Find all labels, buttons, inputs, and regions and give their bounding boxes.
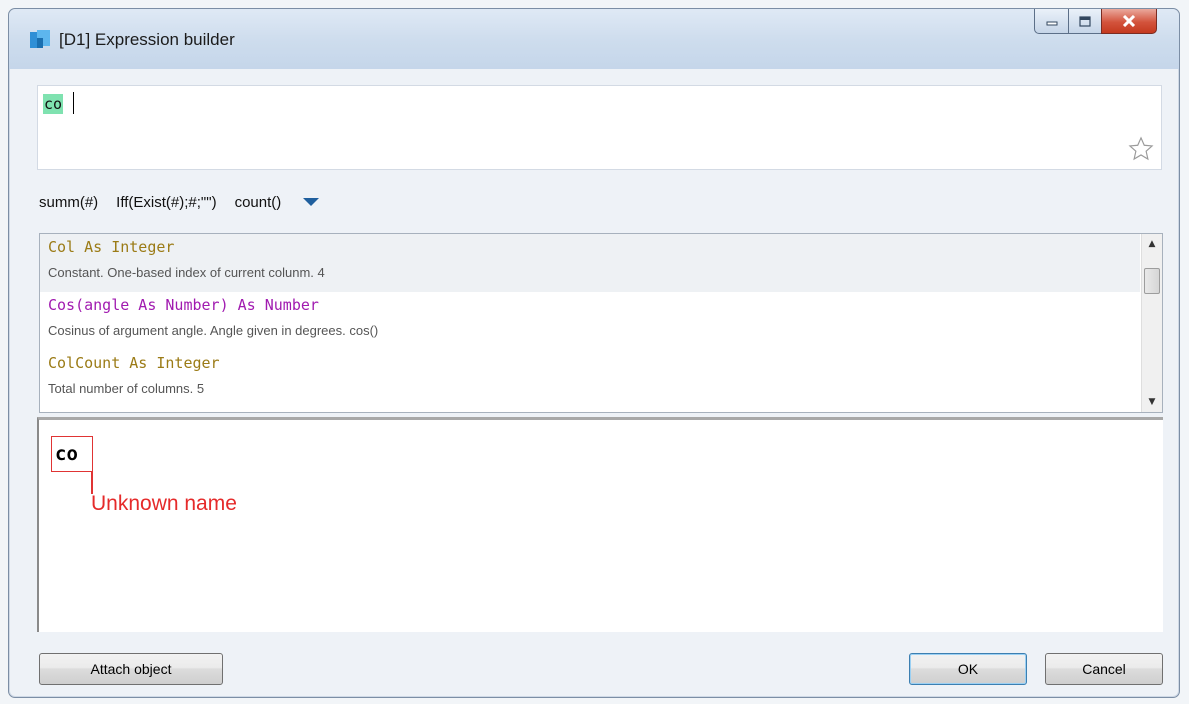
suggestion-description: Total number of columns. 5 [48, 381, 205, 396]
quick-function-iff[interactable]: Iff(Exist(#);#;"") [116, 194, 216, 211]
error-token: co [55, 443, 78, 465]
scrollbar-thumb[interactable] [1144, 268, 1160, 294]
minimize-button[interactable] [1034, 9, 1068, 34]
attach-object-button[interactable]: Attach object [39, 653, 223, 685]
suggestion-list[interactable]: Col As Integer Constant. One-based index… [39, 233, 1163, 413]
text-caret [73, 92, 74, 114]
quick-function-count[interactable]: count() [235, 194, 282, 211]
quick-functions-bar: summ(#) Iff(Exist(#);#;"") count() [39, 189, 321, 215]
app-icon [30, 30, 50, 48]
minimize-icon [1046, 21, 1057, 26]
title-bar[interactable]: [D1] Expression builder [9, 9, 1179, 69]
maximize-button[interactable] [1068, 9, 1101, 34]
suggestion-item[interactable]: Col As Integer Constant. One-based index… [40, 234, 1140, 292]
expression-builder-window: [D1] Expression builder co summ(#) Iff(E… [8, 8, 1180, 698]
expression-text: co [43, 94, 64, 114]
cancel-button[interactable]: Cancel [1045, 653, 1163, 685]
suggestion-item[interactable]: Cos(angle As Number) As Number Cosinus o… [40, 292, 1140, 350]
error-token-box: co [51, 436, 93, 472]
window-title: [D1] Expression builder [59, 30, 235, 49]
error-preview-panel: co Unknown name [37, 417, 1163, 632]
error-pointer-line [91, 472, 93, 494]
quick-function-summ[interactable]: summ(#) [39, 194, 98, 211]
scroll-down-arrow-icon[interactable]: ▼ [1142, 392, 1162, 412]
suggestion-signature: Cos(angle As Number) As Number [48, 296, 319, 314]
suggestion-item[interactable]: ColCount As Integer Total number of colu… [40, 350, 1140, 408]
ok-button[interactable]: OK [909, 653, 1027, 685]
chevron-down-icon[interactable] [301, 196, 321, 208]
close-button[interactable] [1101, 9, 1157, 34]
suggestion-signature: ColCount As Integer [48, 354, 220, 372]
suggestion-signature: Col As Integer [48, 238, 175, 256]
suggestion-description: Constant. One-based index of current col… [48, 265, 325, 280]
scroll-up-arrow-icon[interactable]: ▲ [1142, 234, 1162, 254]
error-message: Unknown name [91, 492, 237, 515]
maximize-icon [1079, 15, 1091, 27]
suggestion-description: Cosinus of argument angle. Angle given i… [48, 323, 379, 338]
star-icon[interactable] [1127, 135, 1155, 163]
close-icon [1122, 15, 1136, 27]
expression-input[interactable]: co [37, 85, 1162, 170]
vertical-scrollbar[interactable]: ▲ ▼ [1141, 234, 1162, 412]
